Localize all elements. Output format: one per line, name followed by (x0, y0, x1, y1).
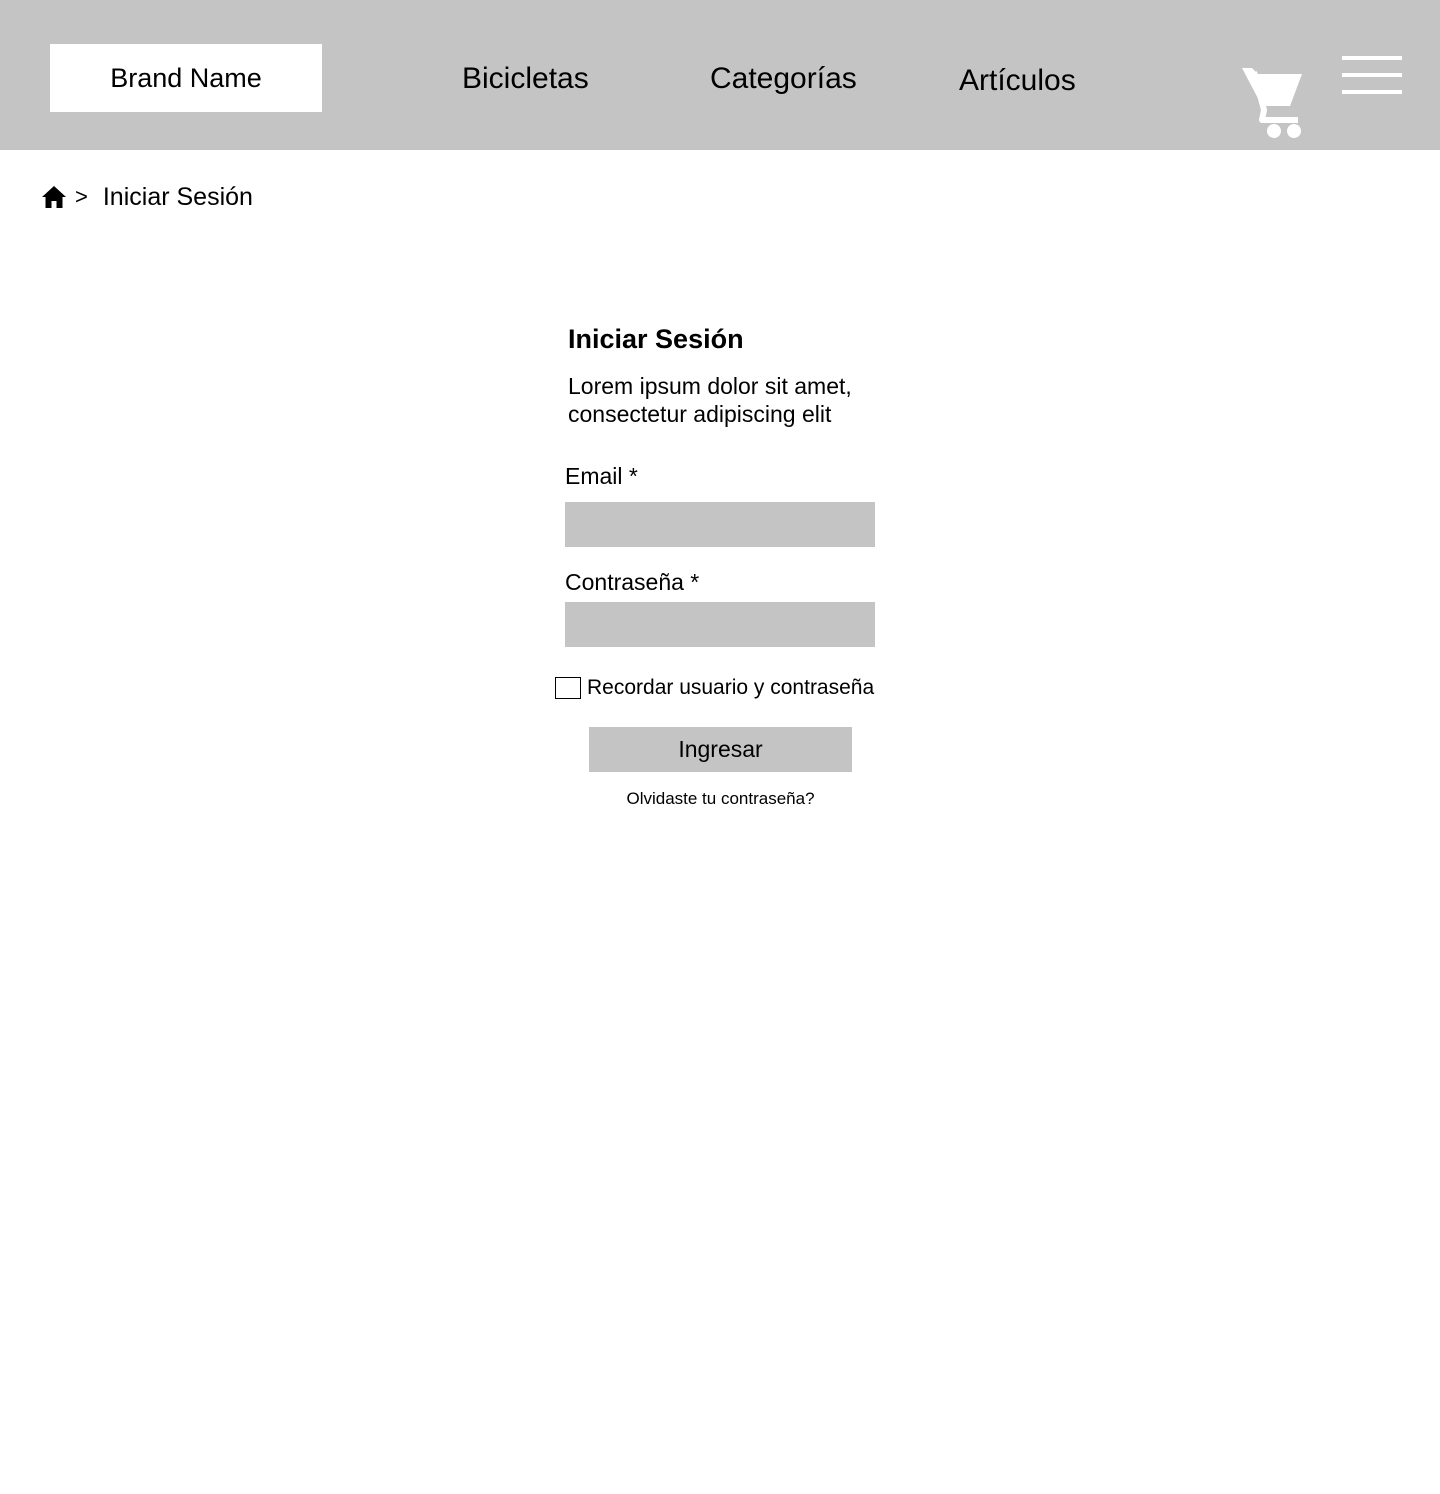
home-icon[interactable] (42, 186, 66, 208)
remember-checkbox[interactable] (555, 677, 581, 699)
nav-item-articulos[interactable]: Artículos (959, 64, 1076, 98)
forgot-password-link[interactable]: Olvidaste tu contraseña? (589, 789, 852, 809)
password-field[interactable] (565, 602, 875, 647)
nav-item-categorias[interactable]: Categorías (710, 62, 857, 96)
breadcrumb: > Iniciar Sesión (42, 180, 253, 214)
login-button[interactable]: Ingresar (589, 727, 852, 772)
login-description: Lorem ipsum dolor sit amet, consectetur … (568, 373, 852, 427)
hamburger-menu-icon[interactable] (1342, 56, 1402, 96)
nav-item-bicicletas[interactable]: Bicicletas (462, 62, 589, 96)
site-header: Brand Name Bicicletas Categorías Artícul… (0, 0, 1440, 150)
menu-line (1342, 56, 1402, 60)
breadcrumb-separator: > (75, 184, 88, 209)
menu-line (1342, 90, 1402, 94)
password-label: Contraseña * (565, 569, 700, 595)
brand-logo[interactable]: Brand Name (50, 44, 322, 112)
login-title: Iniciar Sesión (568, 324, 744, 354)
breadcrumb-current: Iniciar Sesión (102, 182, 253, 211)
brand-name: Brand Name (110, 62, 262, 93)
shopping-cart-icon[interactable] (1240, 64, 1304, 140)
email-field[interactable] (565, 502, 875, 547)
menu-line (1342, 73, 1402, 77)
remember-label[interactable]: Recordar usuario y contraseña (587, 676, 874, 700)
email-label: Email * (565, 463, 638, 489)
